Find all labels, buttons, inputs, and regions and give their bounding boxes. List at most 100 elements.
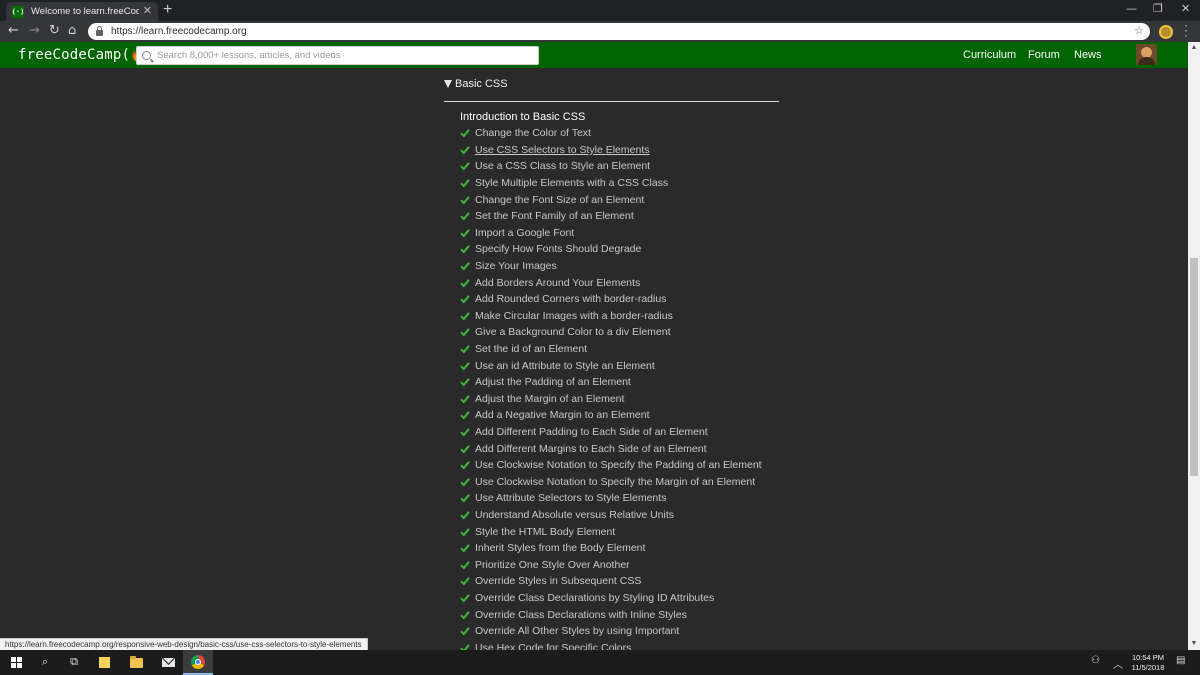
lesson-link[interactable]: Add Different Margins to Each Side of an… — [475, 443, 707, 455]
lesson-item[interactable]: Add Rounded Corners with border-radius — [460, 291, 762, 308]
lesson-item[interactable]: Adjust the Margin of an Element — [460, 391, 762, 408]
lesson-link[interactable]: Change the Font Size of an Element — [475, 194, 644, 206]
lesson-item[interactable]: Prioritize One Style Over Another — [460, 556, 762, 573]
lesson-link[interactable]: Import a Google Font — [475, 227, 574, 239]
lesson-link[interactable]: Specify How Fonts Should Degrade — [475, 243, 641, 255]
lesson-link[interactable]: Use Attribute Selectors to Style Element… — [475, 492, 666, 504]
lesson-link[interactable]: Set the Font Family of an Element — [475, 210, 634, 222]
profile-avatar[interactable] — [1159, 25, 1173, 39]
action-center-icon[interactable]: ▤ — [1176, 655, 1185, 666]
lesson-item[interactable]: Change the Font Size of an Element — [460, 191, 762, 208]
scrollbar-thumb[interactable] — [1190, 258, 1198, 476]
forward-button[interactable]: → — [29, 23, 40, 39]
lesson-link[interactable]: Understand Absolute versus Relative Unit… — [475, 509, 674, 521]
taskbar-mail[interactable] — [153, 650, 183, 675]
lesson-item[interactable]: Use Attribute Selectors to Style Element… — [460, 490, 762, 507]
lesson-link[interactable]: Adjust the Padding of an Element — [475, 376, 631, 388]
lesson-item[interactable]: Size Your Images — [460, 258, 762, 275]
lesson-link[interactable]: Use Clockwise Notation to Specify the Ma… — [475, 476, 755, 488]
restore-button[interactable]: ❐ — [1153, 2, 1163, 16]
lesson-link[interactable]: Add a Negative Margin to an Element — [475, 409, 650, 421]
browser-menu-icon[interactable]: · · · — [1183, 19, 1189, 41]
lesson-link[interactable]: Override All Other Styles by using Impor… — [475, 625, 679, 637]
lesson-item[interactable]: Override All Other Styles by using Impor… — [460, 623, 762, 640]
nav-link-forum[interactable]: Forum — [1028, 49, 1060, 61]
taskbar-sticky-notes[interactable] — [89, 650, 119, 675]
block-header[interactable]: Basic CSS — [444, 78, 508, 90]
lesson-item[interactable]: Add a Negative Margin to an Element — [460, 407, 762, 424]
bookmark-star-icon[interactable]: ☆ — [1134, 24, 1144, 37]
scroll-down-arrow-icon[interactable]: ▼ — [1188, 638, 1200, 650]
home-button[interactable]: ⌂ — [68, 23, 76, 39]
address-bar[interactable]: https://learn.freecodecamp.org ☆ — [88, 23, 1150, 40]
lesson-link[interactable]: Inherit Styles from the Body Element — [475, 542, 645, 554]
lesson-link[interactable]: Use Hex Code for Specific Colors — [475, 642, 631, 650]
browser-tab[interactable]: (·) Welcome to learn.freeCodeCamp ✕ — [6, 2, 158, 21]
lesson-item[interactable]: Add Different Margins to Each Side of an… — [460, 440, 762, 457]
new-tab-button[interactable]: + — [163, 2, 172, 18]
back-button[interactable]: ← — [8, 23, 19, 39]
taskbar-file-explorer[interactable] — [121, 650, 151, 675]
lesson-link[interactable]: Override Styles in Subsequent CSS — [475, 575, 641, 587]
lesson-item[interactable]: Inherit Styles from the Body Element — [460, 540, 762, 557]
lesson-item[interactable]: Override Styles in Subsequent CSS — [460, 573, 762, 590]
lesson-item[interactable]: Use an id Attribute to Style an Element — [460, 357, 762, 374]
lesson-link[interactable]: Add Different Padding to Each Side of an… — [475, 426, 708, 438]
lesson-link[interactable]: Add Rounded Corners with border-radius — [475, 293, 666, 305]
lesson-link[interactable]: Adjust the Margin of an Element — [475, 393, 624, 405]
page-scrollbar[interactable]: ▲ ▼ — [1188, 42, 1200, 650]
lesson-link[interactable]: Override Class Declarations with Inline … — [475, 609, 687, 621]
scroll-up-arrow-icon[interactable]: ▲ — [1188, 42, 1200, 54]
lesson-link[interactable]: Use Clockwise Notation to Specify the Pa… — [475, 459, 762, 471]
lesson-item[interactable]: Use CSS Selectors to Style Elements — [460, 142, 762, 159]
lesson-item[interactable]: Give a Background Color to a div Element — [460, 324, 762, 341]
lesson-link[interactable]: Style the HTML Body Element — [475, 526, 615, 538]
lesson-item[interactable]: Override Class Declarations by Styling I… — [460, 590, 762, 607]
lesson-item[interactable]: Use Clockwise Notation to Specify the Pa… — [460, 457, 762, 474]
lesson-item[interactable]: Use Hex Code for Specific Colors — [460, 639, 762, 650]
lesson-link[interactable]: Add Borders Around Your Elements — [475, 277, 640, 289]
start-button[interactable] — [1, 650, 31, 675]
lesson-item[interactable]: Override Class Declarations with Inline … — [460, 606, 762, 623]
lesson-item[interactable]: Add Different Padding to Each Side of an… — [460, 424, 762, 441]
lesson-link[interactable]: Prioritize One Style Over Another — [475, 559, 630, 571]
close-window-button[interactable]: ✕ — [1181, 2, 1190, 16]
lesson-item[interactable]: Use a CSS Class to Style an Element — [460, 158, 762, 175]
lesson-link[interactable]: Use an id Attribute to Style an Element — [475, 360, 655, 372]
lesson-item[interactable]: Set the id of an Element — [460, 341, 762, 358]
lesson-item[interactable]: Style the HTML Body Element — [460, 523, 762, 540]
lesson-link[interactable]: Use a CSS Class to Style an Element — [475, 160, 650, 172]
lesson-item[interactable]: Adjust the Padding of an Element — [460, 374, 762, 391]
reload-button[interactable]: ↻ — [49, 23, 60, 39]
lesson-link[interactable]: Give a Background Color to a div Element — [475, 326, 671, 338]
tab-close-icon[interactable]: ✕ — [143, 6, 152, 17]
lesson-link[interactable]: Set the id of an Element — [475, 343, 587, 355]
lesson-link[interactable]: Make Circular Images with a border-radiu… — [475, 310, 673, 322]
minimize-button[interactable]: — — [1126, 2, 1137, 16]
nav-link-curriculum[interactable]: Curriculum — [963, 49, 1016, 61]
lesson-item[interactable]: Change the Color of Text — [460, 125, 762, 142]
lesson-link[interactable]: Override Class Declarations by Styling I… — [475, 592, 714, 604]
lesson-item[interactable]: Import a Google Font — [460, 225, 762, 242]
lesson-item[interactable]: Style Multiple Elements with a CSS Class — [460, 175, 762, 192]
show-hidden-icons-chevron-icon[interactable]: ︿ — [1113, 656, 1123, 671]
lesson-link[interactable]: Style Multiple Elements with a CSS Class — [475, 177, 668, 189]
task-view-icon[interactable]: ⧉ — [59, 650, 89, 675]
lesson-item[interactable]: Specify How Fonts Should Degrade — [460, 241, 762, 258]
search-box[interactable] — [136, 46, 539, 65]
user-avatar[interactable] — [1136, 44, 1157, 65]
lesson-link[interactable]: Change the Color of Text — [475, 127, 591, 139]
lesson-item[interactable]: Use Clockwise Notation to Specify the Ma… — [460, 473, 762, 490]
system-clock[interactable]: 10:54 PM 11/5/2018 — [1128, 653, 1168, 673]
taskbar-chrome[interactable] — [183, 650, 213, 675]
lesson-item[interactable]: Make Circular Images with a border-radiu… — [460, 308, 762, 325]
lesson-item[interactable]: Understand Absolute versus Relative Unit… — [460, 507, 762, 524]
search-input[interactable] — [157, 50, 527, 61]
taskbar-search-icon[interactable]: ⌕ — [30, 650, 60, 675]
lesson-link[interactable]: Size Your Images — [475, 260, 557, 272]
people-icon[interactable]: ⚇ — [1091, 655, 1100, 666]
lesson-item[interactable]: Add Borders Around Your Elements — [460, 274, 762, 291]
lesson-item[interactable]: Set the Font Family of an Element — [460, 208, 762, 225]
lesson-link[interactable]: Use CSS Selectors to Style Elements — [475, 144, 650, 156]
nav-link-news[interactable]: News — [1074, 49, 1102, 61]
